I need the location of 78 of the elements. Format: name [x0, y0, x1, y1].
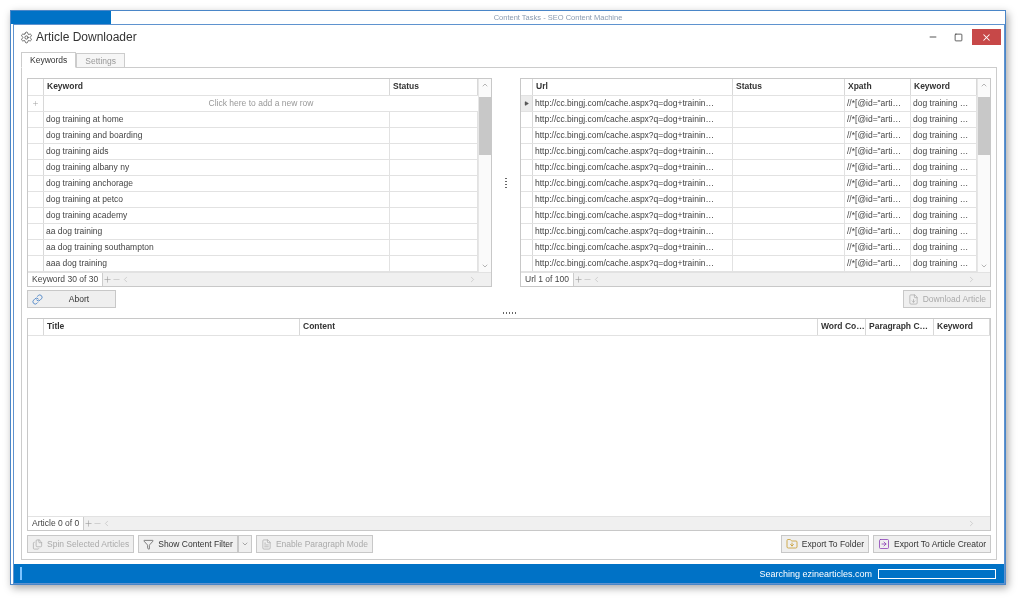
scrollbar-thumb[interactable]: [479, 97, 491, 155]
column-header[interactable]: Paragraph C…: [866, 319, 934, 335]
chevron-right-icon: [967, 519, 976, 528]
table-cell: http://cc.bingj.com/cache.aspx?q=dog+trainin…: [533, 128, 733, 143]
chevron-right-icon: [468, 275, 477, 284]
filter-icon: [143, 538, 155, 550]
link-icon: [32, 293, 43, 305]
table-cell: //*[@id="arti…: [845, 224, 911, 239]
table-cell: aa dog training: [44, 224, 390, 239]
splitter-handle[interactable]: [502, 312, 516, 314]
table-cell: http://cc.bingj.com/cache.aspx?q=dog+trainin…: [533, 256, 733, 271]
scroll-down-icon: [481, 262, 489, 270]
table-cell: //*[@id="arti…: [845, 256, 911, 271]
table-cell: dog training aids: [44, 144, 390, 159]
table-cell: //*[@id="arti…: [845, 96, 911, 111]
abort-button[interactable]: Abort: [27, 290, 116, 308]
table-cell: http://cc.bingj.com/cache.aspx?q=dog+trainin…: [533, 160, 733, 175]
row-indicator-icon: [524, 101, 529, 106]
status-cursor: [20, 567, 22, 580]
table-cell: http://cc.bingj.com/cache.aspx?q=dog+trainin…: [533, 192, 733, 207]
table-cell: //*[@id="arti…: [845, 192, 911, 207]
chevron-right-icon: [967, 275, 976, 284]
table-cell: //*[@id="arti…: [845, 208, 911, 223]
table-cell: //*[@id="arti…: [845, 160, 911, 175]
table-cell: http://cc.bingj.com/cache.aspx?q=dog+trainin…: [533, 96, 733, 111]
table-cell: dog training at home: [44, 112, 390, 127]
scroll-up-icon: [481, 81, 489, 89]
table-cell: aaa dog training: [44, 256, 390, 271]
table-cell: //*[@id="arti…: [845, 144, 911, 159]
document-icon: [260, 538, 272, 550]
table-cell: dog training academy: [44, 208, 390, 223]
arrow-into-box-icon: [878, 538, 891, 550]
close-icon: [981, 31, 992, 43]
table-cell: //*[@id="arti…: [845, 112, 911, 127]
record-counter: Url 1 of 100: [521, 273, 574, 286]
table-cell: dog training albany ny: [44, 160, 390, 175]
table-cell: http://cc.bingj.com/cache.aspx?q=dog+trainin…: [533, 144, 733, 159]
maximize-icon: [953, 32, 963, 42]
add-icon: [84, 519, 94, 528]
caret-icon: [240, 540, 249, 548]
column-header[interactable]: Xpath: [845, 79, 911, 95]
file-download-icon: [907, 293, 919, 305]
table-cell: http://cc.bingj.com/cache.aspx?q=dog+trainin…: [533, 112, 733, 127]
table-cell: dog training and boarding: [44, 128, 390, 143]
close-button[interactable]: [972, 29, 1001, 45]
table-cell: dog training anchorage: [44, 176, 390, 191]
table-cell: //*[@id="arti…: [845, 176, 911, 191]
tab[interactable]: Keywords: [21, 52, 77, 68]
table-cell: aa dog training southampton: [44, 240, 390, 255]
scrollbar-thumb[interactable]: [978, 97, 990, 155]
window-title: Article Downloader: [36, 30, 138, 44]
table-cell: dog training at petco: [44, 192, 390, 207]
status-text: Searching ezinearticles.com: [759, 568, 872, 579]
filter-button[interactable]: Show Content Filter: [138, 535, 238, 553]
folder-down-icon: [785, 538, 798, 550]
table-cell: http://cc.bingj.com/cache.aspx?q=dog+trainin…: [533, 240, 733, 255]
table-cell: http://cc.bingj.com/cache.aspx?q=dog+trainin…: [533, 224, 733, 239]
folder-button[interactable]: Export To Folder: [780, 535, 870, 553]
table-cell: //*[@id="arti…: [845, 240, 911, 255]
record-counter: Article 0 of 0: [28, 517, 85, 530]
documents-icon: [32, 538, 43, 550]
scroll-up-icon: [980, 81, 988, 89]
table-cell: //*[@id="arti…: [845, 128, 911, 143]
table-cell: http://cc.bingj.com/cache.aspx?q=dog+trainin…: [533, 208, 733, 223]
column-header[interactable]: Keyword: [934, 319, 990, 335]
column-header[interactable]: Keyword: [44, 79, 390, 95]
add-icon: [573, 275, 583, 284]
export-button[interactable]: Export To Article Creator: [873, 535, 991, 553]
column-header[interactable]: Content: [300, 319, 818, 335]
column-header[interactable]: Title: [44, 319, 300, 335]
column-header[interactable]: Word Co…: [818, 319, 866, 335]
column-header[interactable]: Url: [533, 79, 733, 95]
table-cell: http://cc.bingj.com/cache.aspx?q=dog+trainin…: [533, 176, 733, 191]
settings-icon: [20, 30, 33, 44]
column-header[interactable]: Status: [733, 79, 845, 95]
record-counter: Keyword 30 of 30: [28, 273, 104, 286]
scroll-down-icon: [980, 262, 988, 270]
add-icon: [103, 275, 113, 284]
